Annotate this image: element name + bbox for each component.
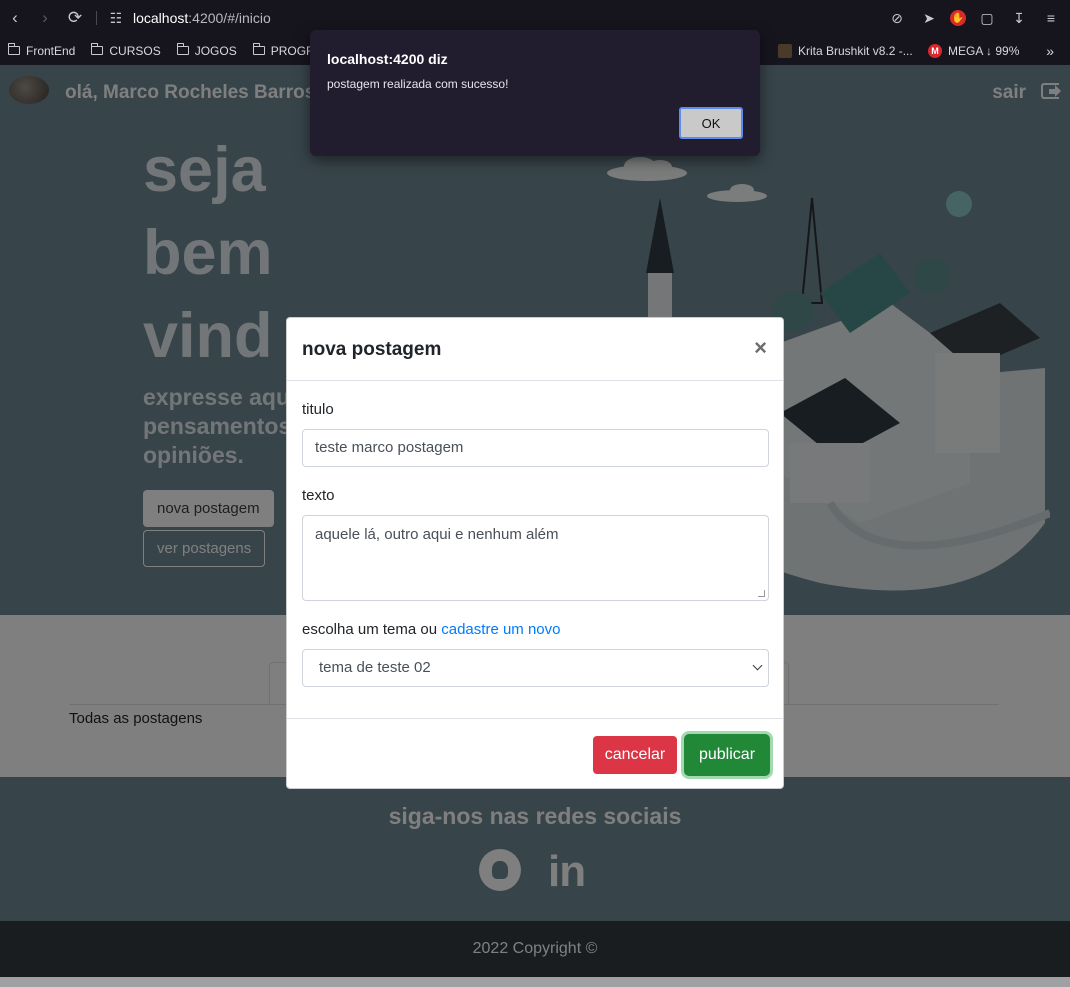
chevron-down-icon	[752, 660, 763, 671]
bookmark-label: Krita Brushkit v8.2 -...	[798, 43, 913, 58]
theme-selected-value: tema de teste 02	[319, 659, 431, 676]
menu-icon[interactable]: ≡	[1040, 7, 1062, 29]
extension-hand-icon[interactable]: ✋	[950, 10, 966, 26]
cancel-button[interactable]: cancelar	[593, 736, 677, 774]
bookmark-label: JOGOS	[194, 43, 237, 58]
mega-icon: M	[928, 43, 942, 58]
bookmark-label: FrontEnd	[26, 43, 76, 58]
address-bar[interactable]: localhost:4200/#/inicio	[133, 10, 271, 26]
text-value: aquele lá, outro aqui e nenhum além	[315, 526, 559, 543]
folder-icon	[252, 43, 265, 55]
bookmark-label: CURSOS	[109, 43, 161, 58]
forward-icon[interactable]: ›	[30, 0, 60, 36]
site-info-icon[interactable]: ☷	[107, 0, 125, 36]
modal-footer: cancelar publicar	[287, 718, 783, 789]
folder-icon	[8, 43, 20, 55]
download-icon[interactable]: ↧	[1008, 7, 1030, 29]
folder-icon	[91, 43, 104, 55]
bookmark-label: MEGA ↓ 99%	[948, 43, 1020, 58]
url-path: :4200/#/inicio	[188, 10, 271, 26]
modal-title: nova postagem	[302, 339, 442, 360]
toolbar-divider	[96, 11, 97, 25]
toolbar-actions: ⊘ ➤ ✋ ▢ ↧ ≡	[886, 0, 1062, 36]
bookmark-frontend[interactable]: FrontEnd	[0, 36, 83, 65]
title-input[interactable]: teste marco postagem	[302, 429, 769, 467]
browser-alert-dialog: localhost:4200 diz postagem realizada co…	[310, 30, 760, 156]
bookmark-krita[interactable]: Krita Brushkit v8.2 -...	[770, 36, 921, 65]
send-icon[interactable]: ➤	[918, 7, 940, 29]
new-theme-link[interactable]: cadastre um novo	[441, 621, 560, 638]
alert-title: localhost:4200 diz	[327, 51, 448, 67]
theme-label-text: escolha um tema ou	[302, 621, 438, 638]
modal-header: nova postagem ×	[287, 318, 783, 381]
close-icon[interactable]: ×	[754, 337, 767, 359]
page-bottom-strip	[0, 977, 1070, 987]
title-label: titulo	[302, 401, 334, 418]
theme-label: escolha um tema ou cadastre um novo	[302, 621, 560, 638]
bookmark-mega[interactable]: M MEGA ↓ 99%	[920, 36, 1027, 65]
bookmark-jogos[interactable]: JOGOS	[169, 36, 245, 65]
back-icon[interactable]: ‹	[0, 0, 30, 36]
resize-grip-icon[interactable]	[758, 590, 765, 597]
bookmark-cursos[interactable]: CURSOS	[83, 36, 168, 65]
krita-icon	[778, 43, 792, 58]
alert-message: postagem realizada com sucesso!	[327, 77, 509, 91]
reload-icon[interactable]: ⟳	[60, 0, 90, 36]
url-host: localhost	[133, 10, 189, 26]
theme-select[interactable]: tema de teste 02	[302, 649, 769, 687]
folder-icon	[176, 43, 189, 55]
cube-icon[interactable]: ▢	[976, 7, 998, 29]
text-textarea[interactable]: aquele lá, outro aqui e nenhum além	[302, 515, 769, 601]
text-label: texto	[302, 487, 335, 504]
alert-ok-button[interactable]: OK	[679, 107, 743, 139]
bookmarks-more-button[interactable]: »	[1046, 36, 1054, 65]
adblock-icon[interactable]: ⊘	[886, 7, 908, 29]
new-post-modal: nova postagem × titulo teste marco posta…	[286, 317, 784, 789]
publish-button[interactable]: publicar	[684, 734, 770, 776]
